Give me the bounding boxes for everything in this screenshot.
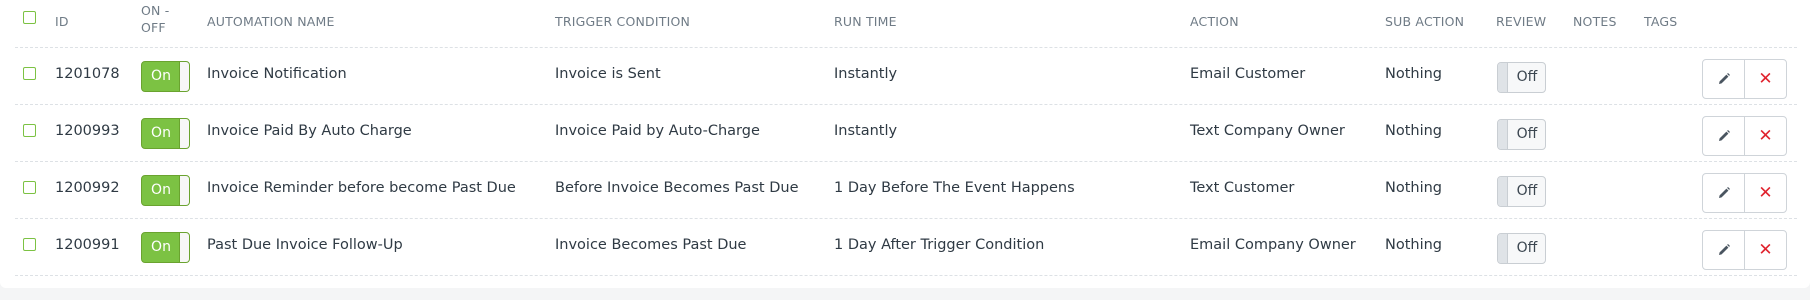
row-action: Text Company Owner — [1190, 123, 1345, 139]
row-action: Email Customer — [1190, 66, 1306, 82]
automations-panel: ID ON - OFF AUTOMATION NAME TRIGGER COND… — [0, 0, 1810, 288]
row-automation-name: Invoice Notification — [207, 66, 347, 82]
row-checkbox[interactable] — [23, 67, 36, 80]
pencil-icon — [1718, 187, 1730, 198]
row-id: 1200993 — [55, 123, 120, 139]
toggle-label: On — [151, 125, 171, 141]
x-icon: ✕ — [1758, 68, 1773, 89]
review-toggle[interactable]: Off — [1497, 233, 1546, 264]
toggle-label: On — [151, 239, 171, 255]
row-id: 1200992 — [55, 180, 120, 196]
select-all-checkbox[interactable] — [23, 11, 36, 24]
row-run-time: 1 Day Before The Event Happens — [834, 180, 1075, 196]
row-sub-action: Nothing — [1385, 66, 1443, 82]
x-icon: ✕ — [1758, 182, 1773, 203]
x-icon: ✕ — [1758, 239, 1773, 260]
on-off-toggle[interactable]: On — [141, 61, 190, 92]
table-row: 1200991 On Past Due Invoice Follow-Up In… — [15, 219, 1797, 276]
row-automation-name: Past Due Invoice Follow-Up — [207, 237, 403, 253]
review-toggle-label: Off — [1516, 240, 1538, 256]
row-trigger-condition: Before Invoice Becomes Past Due — [555, 180, 799, 196]
row-sub-action: Nothing — [1385, 180, 1443, 196]
x-icon: ✕ — [1758, 125, 1773, 146]
edit-button[interactable] — [1702, 230, 1745, 270]
header-on-off-line2: OFF — [141, 20, 166, 35]
header-id: ID — [55, 14, 69, 29]
row-checkbox[interactable] — [23, 181, 36, 194]
review-toggle-label: Off — [1516, 126, 1538, 142]
header-action: ACTION — [1190, 14, 1239, 29]
row-run-time: Instantly — [834, 66, 898, 82]
row-action: Text Customer — [1190, 180, 1295, 196]
row-trigger-condition: Invoice is Sent — [555, 66, 661, 82]
automations-table: ID ON - OFF AUTOMATION NAME TRIGGER COND… — [15, 0, 1797, 276]
on-off-toggle[interactable]: On — [141, 175, 190, 206]
row-run-time: 1 Day After Trigger Condition — [834, 237, 1045, 253]
pencil-icon — [1718, 73, 1730, 84]
pencil-icon — [1718, 130, 1730, 141]
review-toggle[interactable]: Off — [1497, 119, 1546, 150]
review-toggle-label: Off — [1516, 69, 1538, 85]
row-id: 1201078 — [55, 66, 120, 82]
header-automation-name: AUTOMATION NAME — [207, 14, 335, 29]
delete-button[interactable]: ✕ — [1744, 230, 1787, 270]
row-run-time: Instantly — [834, 123, 898, 139]
review-toggle[interactable]: Off — [1497, 176, 1546, 207]
delete-button[interactable]: ✕ — [1744, 59, 1787, 99]
header-notes: NOTES — [1573, 14, 1617, 29]
row-sub-action: Nothing — [1385, 123, 1443, 139]
row-trigger-condition: Invoice Paid by Auto-Charge — [555, 123, 760, 139]
edit-button[interactable] — [1702, 173, 1745, 213]
row-checkbox[interactable] — [23, 238, 36, 251]
edit-button[interactable] — [1702, 116, 1745, 156]
header-on-off: ON - OFF — [141, 2, 169, 36]
table-row: 1201078 On Invoice Notification Invoice … — [15, 48, 1797, 105]
review-toggle[interactable]: Off — [1497, 62, 1546, 93]
row-sub-action: Nothing — [1385, 237, 1443, 253]
delete-button[interactable]: ✕ — [1744, 173, 1787, 213]
row-action: Email Company Owner — [1190, 237, 1356, 253]
table-row: 1200993 On Invoice Paid By Auto Charge I… — [15, 105, 1797, 162]
row-checkbox[interactable] — [23, 124, 36, 137]
header-tags: TAGS — [1644, 14, 1678, 29]
on-off-toggle[interactable]: On — [141, 118, 190, 149]
table-header: ID ON - OFF AUTOMATION NAME TRIGGER COND… — [15, 0, 1797, 48]
table-row: 1200992 On Invoice Reminder before becom… — [15, 162, 1797, 219]
on-off-toggle[interactable]: On — [141, 232, 190, 263]
toggle-label: On — [151, 68, 171, 84]
header-sub-action: SUB ACTION — [1385, 14, 1465, 29]
row-automation-name: Invoice Reminder before become Past Due — [207, 180, 516, 196]
row-automation-name: Invoice Paid By Auto Charge — [207, 123, 412, 139]
header-review: REVIEW — [1496, 14, 1547, 29]
header-run-time: RUN TIME — [834, 14, 897, 29]
review-toggle-label: Off — [1516, 183, 1538, 199]
delete-button[interactable]: ✕ — [1744, 116, 1787, 156]
header-on-off-line1: ON - — [141, 3, 170, 18]
edit-button[interactable] — [1702, 59, 1745, 99]
row-id: 1200991 — [55, 237, 120, 253]
header-trigger-condition: TRIGGER CONDITION — [555, 14, 691, 29]
pencil-icon — [1718, 244, 1730, 255]
toggle-label: On — [151, 182, 171, 198]
row-trigger-condition: Invoice Becomes Past Due — [555, 237, 747, 253]
